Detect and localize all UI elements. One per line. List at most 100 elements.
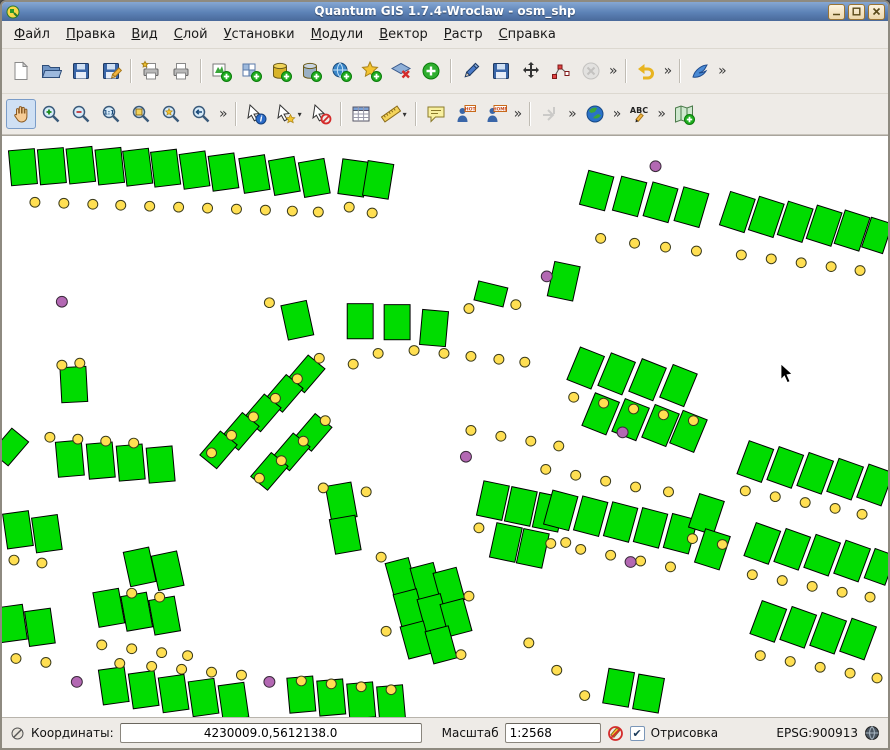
stop-render-icon[interactable] [607, 725, 624, 742]
scale-input[interactable] [505, 723, 601, 743]
zoom-full-button[interactable] [126, 99, 156, 129]
node-point-feature [524, 638, 534, 648]
zoom-out-button[interactable] [66, 99, 96, 129]
delete-selected-button[interactable] [576, 56, 606, 86]
toolbar-overflow[interactable]: » [216, 106, 231, 122]
menu-растр[interactable]: Растр [436, 23, 491, 46]
remove-layer-button[interactable] [386, 56, 416, 86]
minimize-button[interactable] [828, 4, 845, 20]
render-checkbox[interactable]: ✔ [630, 726, 645, 741]
building-feature [2, 428, 29, 466]
pan-button[interactable] [6, 99, 36, 129]
menu-вид[interactable]: Вид [123, 23, 165, 46]
statusbar: Координаты: Масштаб ✔ Отрисовка EPSG:900… [2, 717, 888, 748]
menu-справка[interactable]: Справка [491, 23, 564, 46]
select-features-button[interactable] [271, 99, 301, 129]
node-point-feature [226, 430, 236, 440]
undo-button[interactable] [631, 56, 661, 86]
measure-button[interactable] [376, 99, 406, 129]
menu-вектор[interactable]: Вектор [371, 23, 436, 46]
zoom-native-button[interactable]: 1:1 [96, 99, 126, 129]
coordinates-input[interactable] [120, 723, 422, 743]
node-point-feature [367, 208, 377, 218]
building-feature [329, 515, 361, 554]
toolbar-overflow[interactable]: » [654, 106, 669, 122]
globe-button[interactable] [580, 99, 610, 129]
zoom-last-icon [190, 103, 212, 125]
attribute-table-button[interactable] [346, 99, 376, 129]
maximize-button[interactable] [848, 4, 865, 20]
map-canvas[interactable] [2, 135, 888, 717]
toolbar-overflow[interactable]: » [511, 106, 526, 122]
save-project-as-button[interactable] [96, 56, 126, 86]
add-vector-layer-button[interactable] [206, 56, 236, 86]
select-features-dropdown-caret[interactable]: ▾ [298, 110, 306, 119]
node-point-feature [348, 359, 358, 369]
menu-правка[interactable]: Правка [58, 23, 123, 46]
building-feature [3, 511, 34, 549]
node-point-feature [101, 436, 111, 446]
building-feature [384, 305, 410, 340]
toolbar-overflow[interactable]: » [565, 106, 580, 122]
node-point-feature [145, 201, 155, 211]
toolbar-overflow[interactable]: » [606, 63, 621, 79]
node-point-feature [318, 483, 328, 493]
deselect-features-button[interactable] [306, 99, 336, 129]
node-point-feature [361, 487, 371, 497]
toolbar-overflow[interactable]: » [661, 63, 676, 79]
save-project-icon [70, 60, 92, 82]
show-bookmarks-button[interactable]: HOME [481, 99, 511, 129]
open-project-button[interactable] [36, 56, 66, 86]
crs-status-icon[interactable] [864, 725, 880, 741]
new-bookmark-button[interactable]: HOT [451, 99, 481, 129]
menu-установки[interactable]: Установки [216, 23, 303, 46]
building-feature [66, 146, 96, 184]
save-project-button[interactable] [66, 56, 96, 86]
print-composer-button[interactable] [136, 56, 166, 86]
add-layer-button[interactable] [416, 56, 446, 86]
node-point-feature [830, 504, 840, 514]
qgis-window: Quantum GIS 1.7.4-Wroclaw - osm_shp Файл… [0, 0, 890, 750]
map-tips-button[interactable] [421, 99, 451, 129]
building-feature [151, 149, 181, 187]
zoom-in-button[interactable] [36, 99, 66, 129]
toggle-editing-button[interactable] [456, 56, 486, 86]
menu-файл[interactable]: Файл [6, 23, 58, 46]
node-point-feature [464, 304, 474, 314]
delete-selected-icon [580, 60, 602, 82]
save-edits-button[interactable] [486, 56, 516, 86]
identify-button[interactable]: i [241, 99, 271, 129]
node-point-feature [800, 498, 810, 508]
close-button[interactable] [868, 4, 885, 20]
add-raster-layer-button[interactable] [236, 56, 266, 86]
annotation-1-button[interactable] [535, 99, 565, 129]
menu-модули[interactable]: Модули [303, 23, 372, 46]
move-feature-button[interactable] [516, 56, 546, 86]
toolbar-separator [625, 59, 627, 83]
measure-dropdown-caret[interactable]: ▾ [403, 110, 411, 119]
zoom-selection-button[interactable] [156, 99, 186, 129]
add-database-layer-button[interactable] [266, 56, 296, 86]
building-feature [573, 496, 607, 536]
add-wms-layer-button[interactable] [326, 56, 356, 86]
curved-arrow-button[interactable] [685, 56, 715, 86]
toolbar-overflow[interactable]: » [610, 106, 625, 122]
node-point-feature [599, 398, 609, 408]
add-map-layer-button[interactable] [669, 99, 699, 129]
building-feature [151, 551, 184, 591]
add-spatialite-layer-button[interactable] [296, 56, 326, 86]
new-project-button[interactable] [6, 56, 36, 86]
toolbar-overflow[interactable]: » [715, 63, 730, 79]
node-point-feature [344, 202, 354, 212]
node-point-feature [155, 592, 165, 602]
svg-text:HOME: HOME [493, 106, 507, 111]
labeling-button[interactable]: ABC [624, 99, 654, 129]
menu-слой[interactable]: Слой [166, 23, 216, 46]
node-point-feature [606, 550, 616, 560]
new-shapefile-layer-button[interactable] [356, 56, 386, 86]
zoom-last-button[interactable] [186, 99, 216, 129]
node-point-feature [174, 202, 184, 212]
node-tool-button[interactable] [546, 56, 576, 86]
printer-button[interactable] [166, 56, 196, 86]
titlebar[interactable]: Quantum GIS 1.7.4-Wroclaw - osm_shp [2, 2, 888, 21]
